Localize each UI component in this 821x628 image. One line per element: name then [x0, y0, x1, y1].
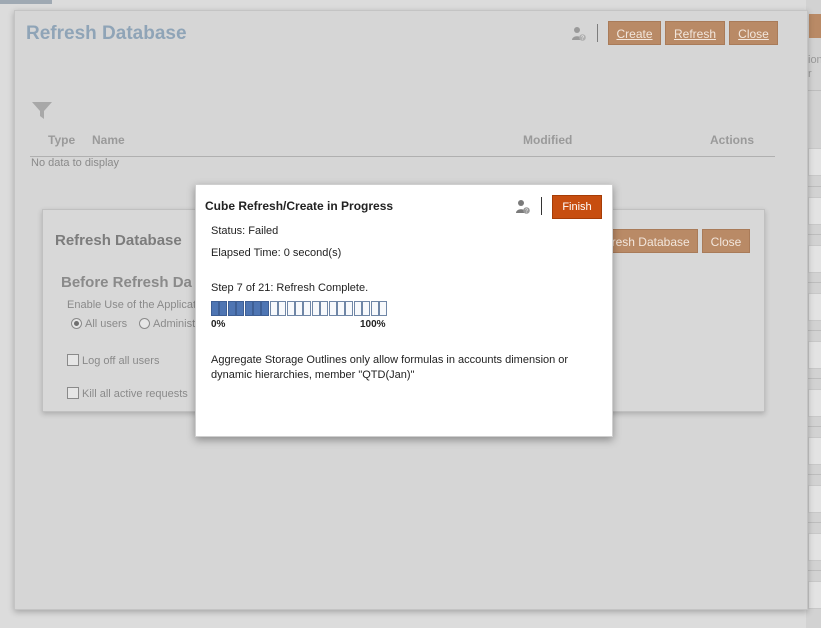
column-header-type[interactable]: Type [48, 133, 75, 147]
refresh-button[interactable]: Refresh [665, 21, 725, 45]
cube-refresh-progress-dialog: Cube Refresh/Create in Progress ? Finish… [195, 184, 613, 437]
close-button[interactable]: Close [729, 21, 778, 45]
section-title: Before Refresh Da [61, 274, 192, 291]
column-header-modified[interactable]: Modified [523, 133, 572, 147]
progress-segment [227, 301, 236, 316]
kill-requests-checkbox[interactable] [67, 387, 79, 399]
step-text: Step 7 of 21: Refresh Complete. [211, 282, 369, 294]
dialog-title: Cube Refresh/Create in Progress [205, 199, 394, 213]
refresh-database-button[interactable]: fresh Database [600, 229, 698, 253]
progress-segment [353, 301, 362, 316]
progress-segment [278, 301, 287, 316]
log-off-users-label: Log off all users [82, 355, 160, 367]
toolbar-separator [597, 24, 598, 42]
all-users-label: All users [85, 318, 128, 330]
progress-segment [286, 301, 295, 316]
administrators-label: Administ [153, 318, 196, 330]
finish-button[interactable]: Finish [552, 195, 602, 219]
progress-bar [211, 301, 387, 316]
background-fragment-line: r [808, 68, 812, 80]
svg-text:?: ? [525, 209, 528, 215]
user-help-icon[interactable]: ? [572, 26, 586, 42]
progress-segment [261, 301, 270, 316]
all-users-radio[interactable] [71, 318, 82, 329]
background-text-fragment: ion r [808, 53, 821, 81]
svg-text:?: ? [581, 36, 584, 42]
progress-segment [379, 301, 387, 316]
empty-table-message: No data to display [31, 157, 120, 169]
administrators-radio[interactable] [139, 318, 150, 329]
progress-segment [211, 301, 219, 316]
progress-segment [219, 301, 228, 316]
status-text: Status: Failed [211, 225, 279, 237]
close-button[interactable]: Close [702, 229, 750, 253]
kill-requests-label: Kill all active requests [82, 388, 188, 400]
create-button[interactable]: Create [608, 21, 661, 45]
user-help-icon[interactable]: ? [516, 199, 530, 215]
background-tab [0, 0, 52, 4]
progress-segment [295, 301, 303, 316]
progress-segment [253, 301, 261, 316]
toolbar-separator [541, 197, 542, 215]
progress-segment [244, 301, 253, 316]
background-fragment-line: ion [808, 54, 821, 66]
progress-segment [320, 301, 329, 316]
table-header-divider [30, 156, 775, 157]
column-header-name[interactable]: Name [92, 133, 125, 147]
progress-segment [269, 301, 278, 316]
background-button-fragment [809, 14, 821, 38]
background-right-panel [806, 0, 821, 628]
progress-segment [236, 301, 245, 316]
elapsed-time-text: Elapsed Time: 0 second(s) [211, 247, 342, 259]
progress-end-label: 100% [360, 319, 386, 330]
log-off-users-checkbox[interactable] [67, 354, 79, 366]
column-header-actions: Actions [710, 133, 755, 147]
error-message: Aggregate Storage Outlines only allow fo… [211, 354, 569, 381]
progress-segment [345, 301, 354, 316]
progress-segment [337, 301, 345, 316]
progress-segment [370, 301, 379, 316]
filter-icon[interactable] [31, 101, 53, 121]
progress-segment [328, 301, 337, 316]
dialog-title: Refresh Database [55, 232, 182, 249]
progress-segment [362, 301, 371, 316]
enable-use-label: Enable Use of the Applicat [67, 299, 197, 311]
progress-start-label: 0% [211, 319, 226, 330]
dialog-title: Refresh Database [26, 23, 187, 44]
progress-segment [311, 301, 320, 316]
progress-segment [303, 301, 312, 316]
